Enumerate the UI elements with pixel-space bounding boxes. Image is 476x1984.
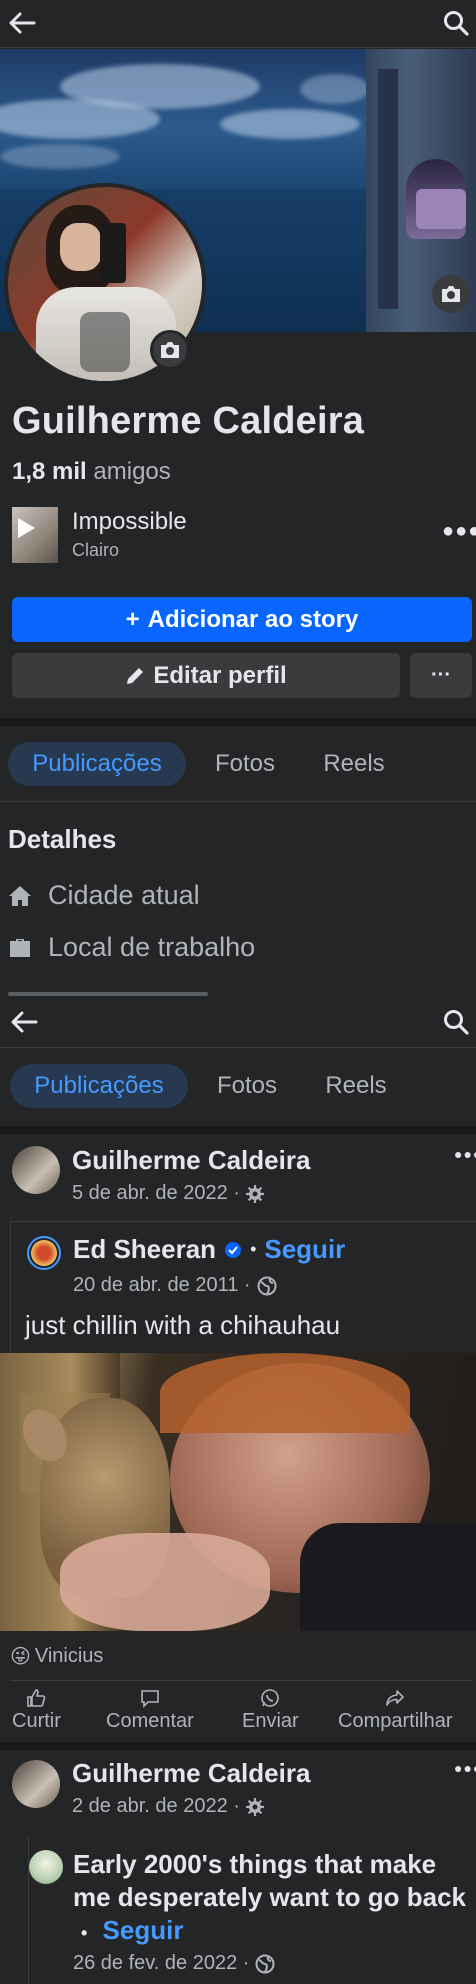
pencil-icon [127,667,144,684]
more-options-icon[interactable]: ●●● [442,520,476,543]
friends-count[interactable]: 1,8 mil amigos [12,458,171,486]
share-button[interactable]: Compartilhar [338,1688,452,1733]
comment-button[interactable]: Comentar [106,1688,194,1733]
like-button[interactable]: Curtir [12,1688,61,1733]
friends-label: amigos [93,458,171,485]
post-more-icon[interactable]: ●●● [454,1760,476,1776]
send-label: Enviar [242,1710,299,1732]
post-author-avatar[interactable] [12,1146,60,1194]
gear-icon [245,1797,264,1816]
top-bar [0,0,476,48]
post-date-text: 2 de abr. de 2022 · [72,1795,240,1817]
post-action-bar: Curtir Comentar Enviar Compartilhar [0,1686,476,1738]
post-author-name[interactable]: Guilherme Caldeira [72,1145,310,1176]
post-more-icon[interactable]: ●●● [454,1146,476,1162]
shared-post-date[interactable]: 26 de fev. de 2022 · [73,1952,275,1975]
back-arrow-icon[interactable] [4,1002,44,1042]
sticky-tabs: Publicações Fotos Reels [0,1058,476,1118]
details-title: Detalhes [8,824,117,854]
reactions-summary[interactable]: 😜 Vinicius [10,1644,103,1669]
tab-publicacoes[interactable]: Publicações [8,742,186,786]
profile-more-label: ··· [431,664,451,686]
shared-page-avatar[interactable] [29,1850,63,1884]
post-author-name[interactable]: Guilherme Caldeira [72,1758,310,1789]
briefcase-icon [10,938,30,957]
detail-workplace: Local de trabalho [8,932,255,963]
post-date-text: 5 de abr. de 2022 · [72,1182,240,1204]
reaction-names: Vinicius [34,1645,104,1667]
verified-badge-icon [225,1241,242,1258]
comment-label: Comentar [106,1710,194,1732]
tab-fotos[interactable]: Fotos [202,1064,292,1108]
actions-divider [10,1680,472,1681]
shared-page-post[interactable]: Early 2000's things that make me despera… [28,1836,476,1984]
shared-post[interactable]: Ed Sheeran • Seguir 20 de abr. de 2011 ·… [10,1221,476,1353]
music-song-title[interactable]: Impossible [72,508,187,536]
detail-current-city: Cidade atual [8,880,200,911]
globe-icon [255,1954,275,1973]
thumbs-up-icon [27,1689,46,1707]
comment-icon [141,1690,159,1708]
tab-fotos[interactable]: Fotos [200,742,290,786]
post-author-avatar[interactable] [12,1760,60,1808]
tab-reels[interactable]: Reels [306,742,402,786]
detail-label: Cidade atual [48,880,200,910]
profile-tabs: Publicações Fotos Reels [0,736,476,796]
profile-name: Guilherme Caldeira [12,400,365,442]
globe-icon [257,1276,277,1295]
sticky-top-bar [0,996,476,1048]
cover-camera-icon[interactable] [432,275,470,313]
search-icon[interactable] [436,1002,476,1042]
shared-header: Ed Sheeran • Seguir [73,1234,345,1265]
detail-label: Local de trabalho [48,932,256,962]
music-thumbnail[interactable] [12,507,58,563]
send-button[interactable]: Enviar [242,1688,299,1733]
shared-post-date[interactable]: 20 de abr. de 2011 · [73,1274,277,1297]
shared-author-avatar[interactable] [27,1236,61,1270]
search-icon[interactable] [436,3,476,43]
shared-page-name[interactable]: Early 2000's things that make me despera… [73,1849,466,1912]
edit-profile-label: Editar perfil [153,661,287,689]
share-icon [386,1690,405,1706]
follow-button[interactable]: Seguir [264,1234,345,1265]
section-divider [0,1126,476,1134]
plus-icon: + [125,605,140,633]
section-divider [0,1742,476,1750]
reaction-emoji-icon: 😜 [10,1646,31,1668]
shared-page-header: Early 2000's things that make me despera… [73,1848,473,1950]
shared-date-text: 20 de abr. de 2011 · [73,1274,251,1296]
home-icon [9,885,31,906]
edit-profile-button[interactable]: Editar perfil [12,653,400,698]
tab-publicacoes[interactable]: Publicações [10,1064,188,1108]
post-photo[interactable] [0,1353,476,1631]
follow-button[interactable]: Seguir [103,1915,184,1945]
section-divider [0,718,476,726]
share-label: Compartilhar [338,1710,453,1732]
whatsapp-icon [261,1689,280,1707]
post-date[interactable]: 5 de abr. de 2022 · [72,1182,264,1205]
friends-number: 1,8 mil [12,458,87,485]
shared-post-text: just chillin with a chihauhau [25,1310,341,1340]
tabs-divider [0,801,476,802]
like-label: Curtir [12,1710,61,1732]
music-artist: Clairo [72,540,120,560]
post-date[interactable]: 2 de abr. de 2022 · [72,1795,264,1818]
tab-reels[interactable]: Reels [308,1064,404,1108]
profile-more-button[interactable]: ··· [410,653,472,698]
shared-author-name[interactable]: Ed Sheeran [73,1234,216,1265]
shared-date-text: 26 de fev. de 2022 · [73,1952,250,1974]
avatar-camera-icon[interactable] [150,330,190,370]
back-arrow-icon[interactable] [2,3,42,43]
gear-icon [245,1184,264,1203]
add-story-button[interactable]: + Adicionar ao story [12,597,472,642]
add-story-label: Adicionar ao story [147,605,359,633]
dot-separator: • [250,1239,257,1259]
dot-separator: • [81,1923,88,1943]
